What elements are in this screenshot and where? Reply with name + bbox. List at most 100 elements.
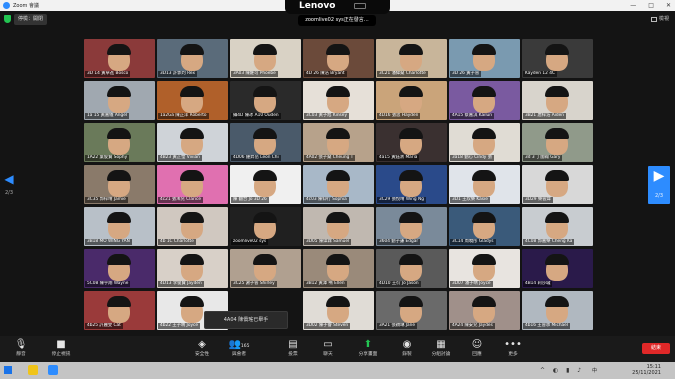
participant-tile[interactable]: 3D05 陳偉霖 Samuel [303, 207, 374, 246]
participant-video [545, 128, 569, 139]
participant-tile[interactable]: 4A02 張子燊 Cheung T [303, 123, 374, 162]
participant-tile[interactable]: 3D 14 黃卓進 Bosco [84, 39, 155, 78]
security-button[interactable]: ◈ 安全性 [183, 339, 221, 357]
participant-tile[interactable]: 4c03 陳仰行 Sophia [303, 165, 374, 204]
participant-tile[interactable]: 4D16 張思 Hayden [376, 81, 447, 120]
reactions-button[interactable]: ☺ 回應 [458, 339, 496, 357]
participants-button[interactable]: 👥165 與會者 [220, 339, 258, 357]
participant-tile[interactable]: 1a 15 黃嘉儀 Angel [84, 81, 155, 120]
participant-tile[interactable]: 4a15 黃鈺清 Maria [376, 123, 447, 162]
mute-button[interactable]: 🎙 靜音 [2, 339, 40, 357]
participant-tile[interactable]: 3B12 黃澤 鳴 Ellen [303, 249, 374, 288]
participant-tile[interactable]: 3D29 樂晉煒 [522, 165, 593, 204]
end-meeting-button[interactable]: 結束 [642, 343, 670, 354]
participant-tile[interactable]: 3D 26 黃子晉 [449, 39, 520, 78]
participant-name: 1a 15 黃嘉儀 Angel [85, 113, 130, 119]
participant-tile[interactable]: 3A21 張穎琳 Jane [376, 291, 447, 330]
more-button[interactable]: ••• 更多 [494, 339, 532, 357]
participant-name: 4D13 李俊賢 Jayden [158, 281, 204, 287]
participant-video [180, 128, 204, 139]
participant-tile[interactable]: 1A22 葉俊賢 Sophy [84, 123, 155, 162]
participant-tile[interactable]: 4B14 莉莎瓏 [522, 249, 593, 288]
polls-button[interactable]: ▤ 投票 [274, 339, 312, 357]
participant-tile[interactable]: 4A15 蔡嘉淇 Kailun [449, 81, 520, 120]
participant-tile[interactable]: 3604 劉子謙 Edgar [376, 207, 447, 246]
record-button[interactable]: ◉ 錄製 [388, 339, 426, 357]
participant-tile[interactable]: 3A03 陳維可 Phoebe [230, 39, 301, 78]
participant-video [107, 170, 131, 181]
minimize-button[interactable]: — [630, 0, 636, 11]
breakout-label: 分組討論 [431, 352, 451, 357]
maximize-button[interactable]: □ [648, 0, 654, 11]
participant-tile[interactable]: 3D02 陳子睿 Steven [303, 291, 374, 330]
view-button[interactable]: 檢視 [650, 15, 669, 24]
security-label: 安全性 [194, 352, 210, 357]
participant-tile[interactable]: 3C29 張悅晴 Wing Ng [376, 165, 447, 204]
participant-tile[interactable]: 3C21 潘緯燊 Charlotte [376, 39, 447, 78]
participant-tile[interactable]: 3C03 黃子旭 Kinsey [303, 81, 374, 120]
share-button[interactable]: ⬆ 分享畫面 [349, 339, 387, 357]
participant-name: 3C21 潘緯燊 Charlotte [377, 71, 428, 77]
participant-tile[interactable]: 3C14 周曉彤 Gladys [449, 207, 520, 246]
meeting-info-shield-icon[interactable] [4, 15, 11, 23]
chat-button[interactable]: ▭ 聊天 [309, 339, 347, 357]
participant-tile[interactable]: 1a2Ga 陳正洋 Roberto [157, 81, 228, 120]
participant-tile[interactable]: 3B18 MO WING YAN [84, 207, 155, 246]
participant-video [326, 212, 350, 223]
participant-tile[interactable]: 4D 26 陳浩 Bryant [303, 39, 374, 78]
participant-tile[interactable]: 4B23 黃芷瑩 Vivian [157, 123, 228, 162]
chevron-right-icon: ▶ [653, 168, 665, 184]
participant-tile[interactable]: 5C08 陳宇翔 Wayne [84, 249, 155, 288]
clock[interactable]: 15:11 25/11/2021 [632, 364, 661, 376]
breakout-button[interactable]: ▦ 分組討論 [422, 339, 460, 357]
participant-tile[interactable]: 4A24 陳安兒 Jaydes [449, 291, 520, 330]
video-label: 停止視訊 [51, 352, 71, 357]
participant-tile[interactable]: 3D1 王欣樂 Kasie [449, 165, 520, 204]
participant-tile[interactable]: 3D07 潘子晴 Joyce [449, 249, 520, 288]
participant-video [545, 170, 569, 181]
mute-label: 靜音 [16, 352, 26, 357]
participant-tile[interactable]: 4b25 許麗雯 Cat [84, 291, 155, 330]
participant-tile[interactable]: 4b16 王晉承 Michael [522, 291, 593, 330]
participant-tile[interactable]: 陳 翻合 Jo 3D 26 [230, 165, 301, 204]
input-language[interactable]: 中 [592, 367, 597, 374]
participant-tile[interactable]: 3a18 劉心 Cindy 張 [449, 123, 520, 162]
next-page-button[interactable]: ▶ 2/3 [648, 166, 670, 204]
participant-name: 3B21 唐梓浩 Aiden [523, 113, 566, 119]
zoom-taskbar-icon[interactable] [48, 365, 58, 375]
meeting-chip[interactable]: 停檢：開閉 [14, 14, 48, 25]
system-tray-icons[interactable]: ^ ◐ ▮ ♪ [540, 367, 584, 374]
file-explorer-icon[interactable] [28, 365, 38, 375]
video-button[interactable]: ■ 停止視訊 [42, 339, 80, 357]
participant-name: 陳 翻合 Jo 3D 26 [231, 197, 269, 203]
participant-tile[interactable]: 攝4D 陳冰 A10 Ouden [230, 81, 301, 120]
clock-date: 25/11/2021 [632, 370, 661, 376]
windows-start-icon[interactable] [4, 366, 12, 374]
participant-tile[interactable]: 4C08 郭嘉樂 Cheng Ka [522, 207, 593, 246]
window-title: Zoom 會議 [13, 3, 40, 9]
participant-video [472, 296, 496, 307]
participant-tile[interactable]: 3D13 許郭灼 Rex [157, 39, 228, 78]
previous-page-button[interactable]: ◀ 2/3 [3, 172, 15, 202]
participant-tile[interactable]: 4b 1C Charlotte [157, 207, 228, 246]
participant-video [545, 44, 569, 55]
participant-video [472, 254, 496, 265]
participant-name: 4B14 莉莎瓏 [523, 281, 553, 287]
shield-icon: ◈ [198, 339, 206, 350]
participant-tile[interactable]: zoomlive02 sys [230, 207, 301, 246]
participant-count: 165 [240, 344, 250, 349]
participant-tile[interactable]: Kayden 12 4C [522, 39, 593, 78]
participant-tile[interactable]: 4c21 張浠兒 Clarice [157, 165, 228, 204]
participant-tile[interactable]: 3C35 郭梓晴 Jamie [84, 165, 155, 204]
participant-video [399, 86, 423, 97]
participant-tile[interactable]: 3C25 謝子晉 Shirley [230, 249, 301, 288]
close-window-button[interactable]: ✕ [666, 0, 671, 11]
participant-tile[interactable]: 3B21 唐梓浩 Aiden [522, 81, 593, 120]
participant-tile[interactable]: 4D13 李俊賢 Jayden [157, 249, 228, 288]
participant-tile[interactable]: 4D06 鍾昇岳 Leon Chi [230, 123, 301, 162]
participant-tile[interactable]: 3d 3 丁國翰 Gary [522, 123, 593, 162]
share-screen-icon: ⬆ [363, 339, 373, 350]
participant-video [180, 296, 204, 307]
participant-tile[interactable]: 4D10 王衍 Jo Jason [376, 249, 447, 288]
participant-name: 4C08 郭嘉樂 Cheng Ka [523, 239, 575, 245]
